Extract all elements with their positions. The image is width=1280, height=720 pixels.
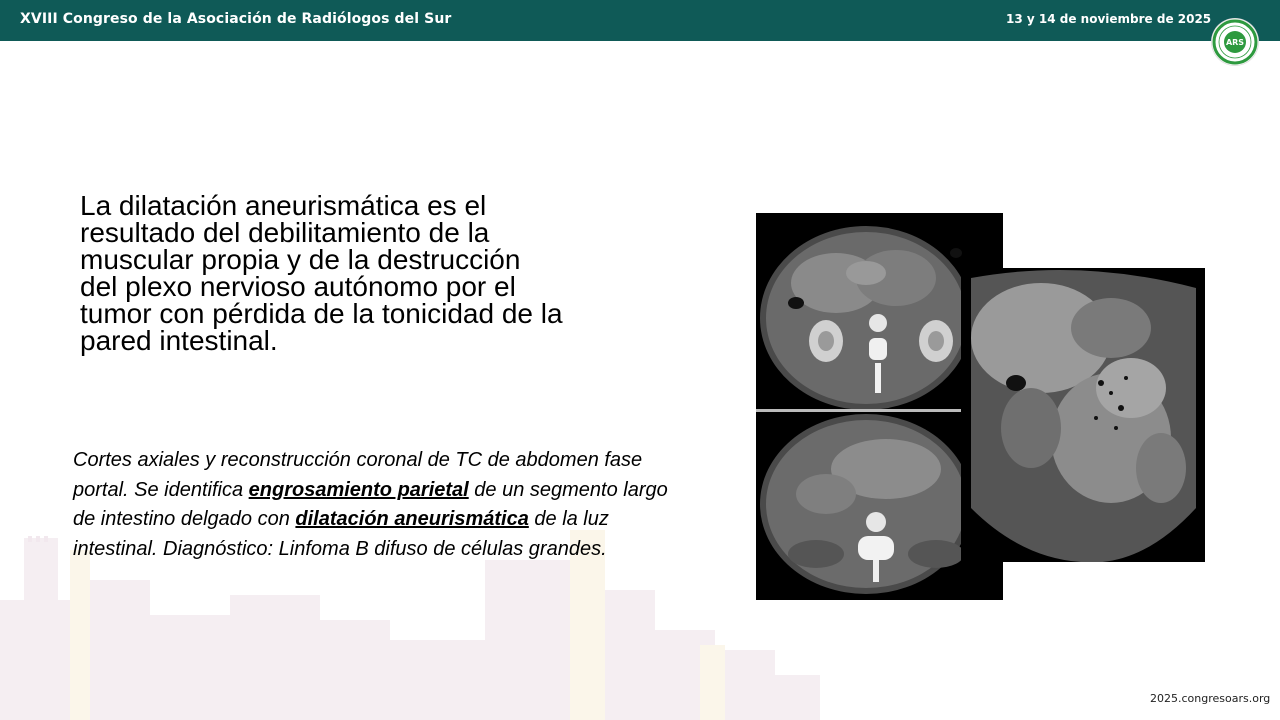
caption-bold-dilation: dilatación aneurismática (295, 508, 529, 530)
main-explanation-text: La dilatación aneurismática es el result… (80, 190, 563, 356)
congress-date: 13 y 14 de noviembre de 2025 (1006, 12, 1212, 26)
figure-caption: Cortes axiales y reconstrucción coronal … (73, 446, 693, 564)
congress-title: XVIII Congreso de la Asociación de Radió… (20, 11, 452, 27)
caption-bold-thickening: engrosamiento parietal (248, 478, 469, 501)
logo-text: ARS (1226, 38, 1244, 47)
footer-website-url: 2025.congresoars.org (1150, 692, 1271, 705)
ct-coronal-reconstruction (961, 268, 1205, 562)
ars-logo: ARS (1212, 19, 1258, 65)
header-bar: XVIII Congreso de la Asociación de Radió… (0, 0, 1280, 41)
